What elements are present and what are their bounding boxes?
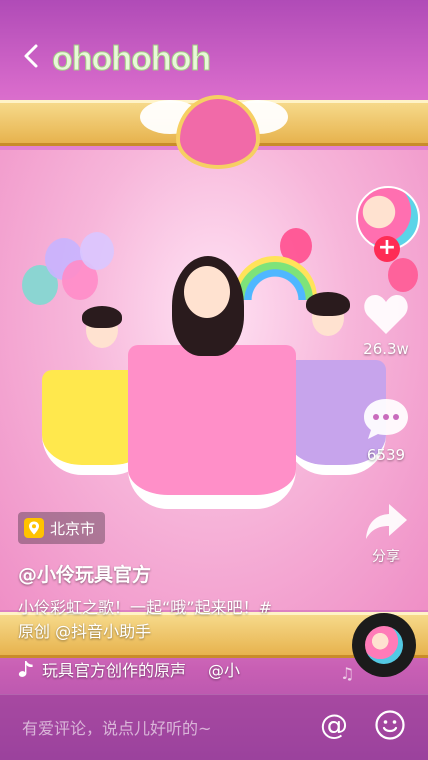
heart-icon bbox=[364, 294, 408, 334]
caption-line-2[interactable]: 原创 @抖音小助手 bbox=[18, 620, 338, 644]
dancer-right-hair bbox=[306, 292, 350, 316]
plus-icon: + bbox=[377, 235, 397, 260]
mention-button[interactable]: @ bbox=[318, 709, 350, 741]
chevron-left-icon bbox=[24, 44, 38, 68]
dancer-left-hair bbox=[82, 306, 122, 328]
share-button[interactable]: 分享 bbox=[356, 502, 416, 566]
location-tag[interactable]: 北京市 bbox=[18, 512, 106, 544]
follow-button[interactable]: + bbox=[374, 236, 400, 262]
like-button[interactable]: 26.3w bbox=[356, 292, 416, 358]
caption-line-1: 小伶彩虹之歌！一起“哦”起来吧！# bbox=[18, 598, 272, 617]
music-title: 玩具官方创作的原声 bbox=[42, 661, 187, 680]
video-caption: 小伶彩虹之歌！一起“哦”起来吧！# 原创 @抖音小助手 bbox=[18, 596, 338, 644]
share-label: 分享 bbox=[372, 549, 400, 565]
music-disc-button[interactable] bbox=[352, 613, 416, 677]
balloon bbox=[80, 232, 114, 270]
music-disc-cover bbox=[365, 626, 403, 664]
comment-bubble-icon bbox=[364, 399, 408, 439]
comment-count: 6539 bbox=[366, 446, 406, 464]
comment-button[interactable]: 6539 bbox=[356, 396, 416, 464]
share-arrow-icon bbox=[366, 504, 407, 539]
balloon bbox=[388, 258, 418, 292]
author-name-link[interactable]: @小伶玩具官方 bbox=[18, 560, 151, 587]
comment-bar: @ bbox=[0, 694, 428, 760]
video-screen[interactable]: ohohohoh + 26.3w 6539 分享 北京市 @小伶玩具官方 小伶彩… bbox=[0, 0, 428, 760]
emoji-button[interactable] bbox=[374, 709, 406, 741]
music-note-icon bbox=[18, 661, 33, 677]
back-button[interactable] bbox=[18, 42, 46, 70]
floating-music-note-icon: ♫ bbox=[340, 664, 355, 683]
at-sign-icon: @ bbox=[320, 708, 348, 741]
smiley-icon bbox=[375, 710, 405, 740]
music-title-tail: @小 bbox=[208, 661, 241, 680]
dancer-center-outfit bbox=[128, 345, 296, 509]
music-info[interactable]: 玩具官方创作的原声 @小 bbox=[18, 657, 240, 681]
location-pin-icon bbox=[24, 518, 44, 538]
song-title-sticker: ohohohoh bbox=[51, 40, 211, 79]
dancer-center-head bbox=[184, 266, 230, 318]
comment-input[interactable] bbox=[22, 715, 302, 741]
location-text: 北京市 bbox=[50, 519, 96, 538]
like-count: 26.3w bbox=[363, 340, 409, 358]
